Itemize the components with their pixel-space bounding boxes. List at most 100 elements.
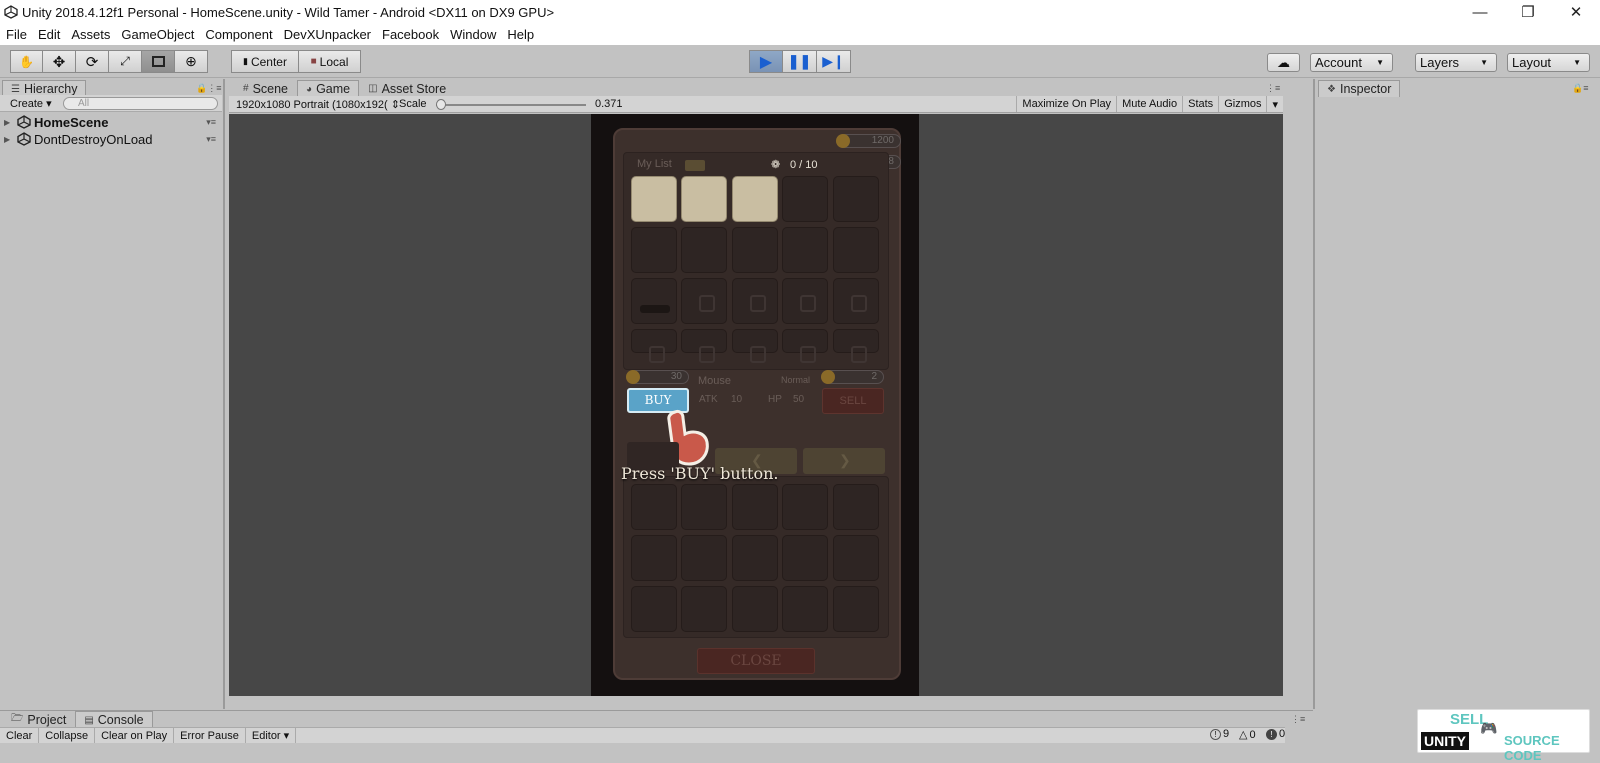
sell-button[interactable]: SELL: [822, 388, 884, 414]
restore-button[interactable]: ❐: [1504, 0, 1552, 24]
collection-slot[interactable]: [681, 484, 727, 530]
expand-triangle-icon[interactable]: ▶: [4, 135, 14, 144]
next-page-button[interactable]: ❯: [803, 448, 885, 474]
menu-assets[interactable]: Assets: [65, 27, 115, 42]
item-menu-icon[interactable]: ▾≡: [206, 134, 216, 145]
close-button[interactable]: CLOSE: [697, 648, 815, 674]
resolution-dropdown[interactable]: 1920x1080 Portrait (1080x192( ⇕: [236, 98, 400, 111]
collection-slot[interactable]: [833, 586, 879, 632]
hierarchy-search-input[interactable]: All: [63, 97, 218, 110]
menu-gameobject[interactable]: GameObject: [115, 27, 199, 42]
error-count-toggle[interactable]: ! 0: [1266, 728, 1285, 740]
rect-tool-button[interactable]: [142, 50, 175, 73]
game-view[interactable]: 1200 128 My List ❁ 0 / 10: [229, 114, 1283, 696]
menu-facebook[interactable]: Facebook: [376, 27, 444, 42]
collection-slot[interactable]: [782, 586, 828, 632]
list-slot[interactable]: [631, 176, 677, 222]
play-button[interactable]: ▶: [749, 50, 783, 73]
collapse-toggle[interactable]: Collapse: [39, 728, 96, 743]
log-count-toggle[interactable]: ! 9: [1210, 728, 1229, 740]
clear-on-play-toggle[interactable]: Clear on Play: [95, 728, 175, 743]
tab-console[interactable]: ▤ Console: [75, 711, 153, 728]
menu-component[interactable]: Component: [199, 27, 277, 42]
locked-slot[interactable]: [782, 329, 828, 363]
collection-slot[interactable]: [681, 535, 727, 581]
rotate-tool-button[interactable]: ⟳: [76, 50, 109, 73]
pivot-local-button[interactable]: ■ Local: [299, 50, 361, 73]
collection-slot[interactable]: [631, 535, 677, 581]
lock-icon[interactable]: 🔒⋮≡: [196, 83, 221, 94]
gizmos-toggle[interactable]: Gizmos: [1218, 96, 1266, 112]
locked-slot[interactable]: [833, 329, 879, 363]
locked-slot[interactable]: [732, 278, 778, 324]
layers-dropdown[interactable]: Layers ▼: [1415, 53, 1497, 72]
unlock-key-slot[interactable]: [631, 278, 677, 324]
list-slot[interactable]: [782, 176, 828, 222]
menu-window[interactable]: Window: [444, 27, 501, 42]
locked-slot[interactable]: [833, 278, 879, 324]
collection-slot[interactable]: [782, 535, 828, 581]
menu-edit[interactable]: Edit: [32, 27, 65, 42]
expand-triangle-icon[interactable]: ▶: [4, 118, 14, 127]
hierarchy-item-homescene[interactable]: ▶ HomeScene ▾≡: [0, 114, 222, 130]
collection-slot[interactable]: [681, 586, 727, 632]
list-slot[interactable]: [732, 176, 778, 222]
editor-dropdown[interactable]: Editor ▾: [246, 728, 297, 743]
tab-asset-store[interactable]: ◫ Asset Store: [359, 80, 455, 97]
game-screen[interactable]: 1200 128 My List ❁ 0 / 10: [591, 114, 919, 696]
cloud-button[interactable]: ☁: [1267, 53, 1300, 72]
scale-slider-track[interactable]: [436, 104, 586, 106]
transform-tool-button[interactable]: ⊕: [175, 50, 208, 73]
collection-slot[interactable]: [782, 484, 828, 530]
collection-slot[interactable]: [732, 535, 778, 581]
menu-file[interactable]: File: [0, 27, 32, 42]
tab-project[interactable]: 🗁 Project: [2, 711, 75, 728]
list-slot[interactable]: [681, 227, 727, 273]
list-slot[interactable]: [681, 176, 727, 222]
tab-game[interactable]: ◕ Game: [297, 80, 360, 97]
menu-help[interactable]: Help: [501, 27, 539, 42]
tab-scene[interactable]: # Scene: [234, 80, 297, 97]
warning-count-toggle[interactable]: △ 0: [1239, 728, 1256, 742]
collection-slot[interactable]: [631, 484, 677, 530]
layout-dropdown[interactable]: Layout ▼: [1507, 53, 1590, 72]
tab-inspector[interactable]: ❖ Inspector: [1318, 80, 1401, 97]
gizmos-dropdown-arrow-icon[interactable]: ▾: [1266, 96, 1283, 112]
list-slot[interactable]: [631, 227, 677, 273]
pivot-center-button[interactable]: ▮ Center: [231, 50, 299, 73]
item-menu-icon[interactable]: ▾≡: [206, 117, 216, 128]
locked-slot[interactable]: [681, 278, 727, 324]
minimize-button[interactable]: —: [1456, 0, 1504, 24]
collection-slot[interactable]: [732, 484, 778, 530]
move-tool-button[interactable]: ✥: [43, 50, 76, 73]
locked-slot[interactable]: [631, 329, 677, 363]
list-slot[interactable]: [732, 227, 778, 273]
scale-slider-knob[interactable]: [436, 99, 446, 110]
panel-menu-icon[interactable]: ⋮≡: [1291, 714, 1305, 725]
collection-slot[interactable]: [833, 535, 879, 581]
sort-toggle-icon[interactable]: [685, 160, 705, 171]
list-slot[interactable]: [833, 176, 879, 222]
list-slot[interactable]: [782, 227, 828, 273]
step-button[interactable]: ▶❙: [817, 50, 851, 73]
locked-slot[interactable]: [681, 329, 727, 363]
pause-button[interactable]: ❚❚: [783, 50, 817, 73]
account-dropdown[interactable]: Account ▼: [1310, 53, 1393, 72]
stats-toggle[interactable]: Stats: [1182, 96, 1218, 112]
inspector-lock-icon[interactable]: 🔒≡: [1572, 83, 1588, 94]
scale-tool-button[interactable]: ⤢: [109, 50, 142, 73]
clear-button[interactable]: Clear: [0, 728, 40, 743]
error-pause-toggle[interactable]: Error Pause: [174, 728, 246, 743]
hand-tool-button[interactable]: ✋: [10, 50, 43, 73]
maximize-on-play-toggle[interactable]: Maximize On Play: [1016, 96, 1116, 112]
menu-devxunpacker[interactable]: DevXUnpacker: [278, 27, 376, 42]
hierarchy-item-dontdestroyonload[interactable]: ▶ DontDestroyOnLoad ▾≡: [0, 131, 222, 147]
create-dropdown[interactable]: Create ▾: [10, 97, 52, 110]
collection-slot[interactable]: [833, 484, 879, 530]
close-window-button[interactable]: ✕: [1552, 0, 1600, 24]
panel-menu-icon[interactable]: ⋮≡: [1266, 83, 1280, 94]
collection-slot[interactable]: [732, 586, 778, 632]
collection-slot[interactable]: [631, 586, 677, 632]
list-slot[interactable]: [833, 227, 879, 273]
locked-slot[interactable]: [732, 329, 778, 363]
